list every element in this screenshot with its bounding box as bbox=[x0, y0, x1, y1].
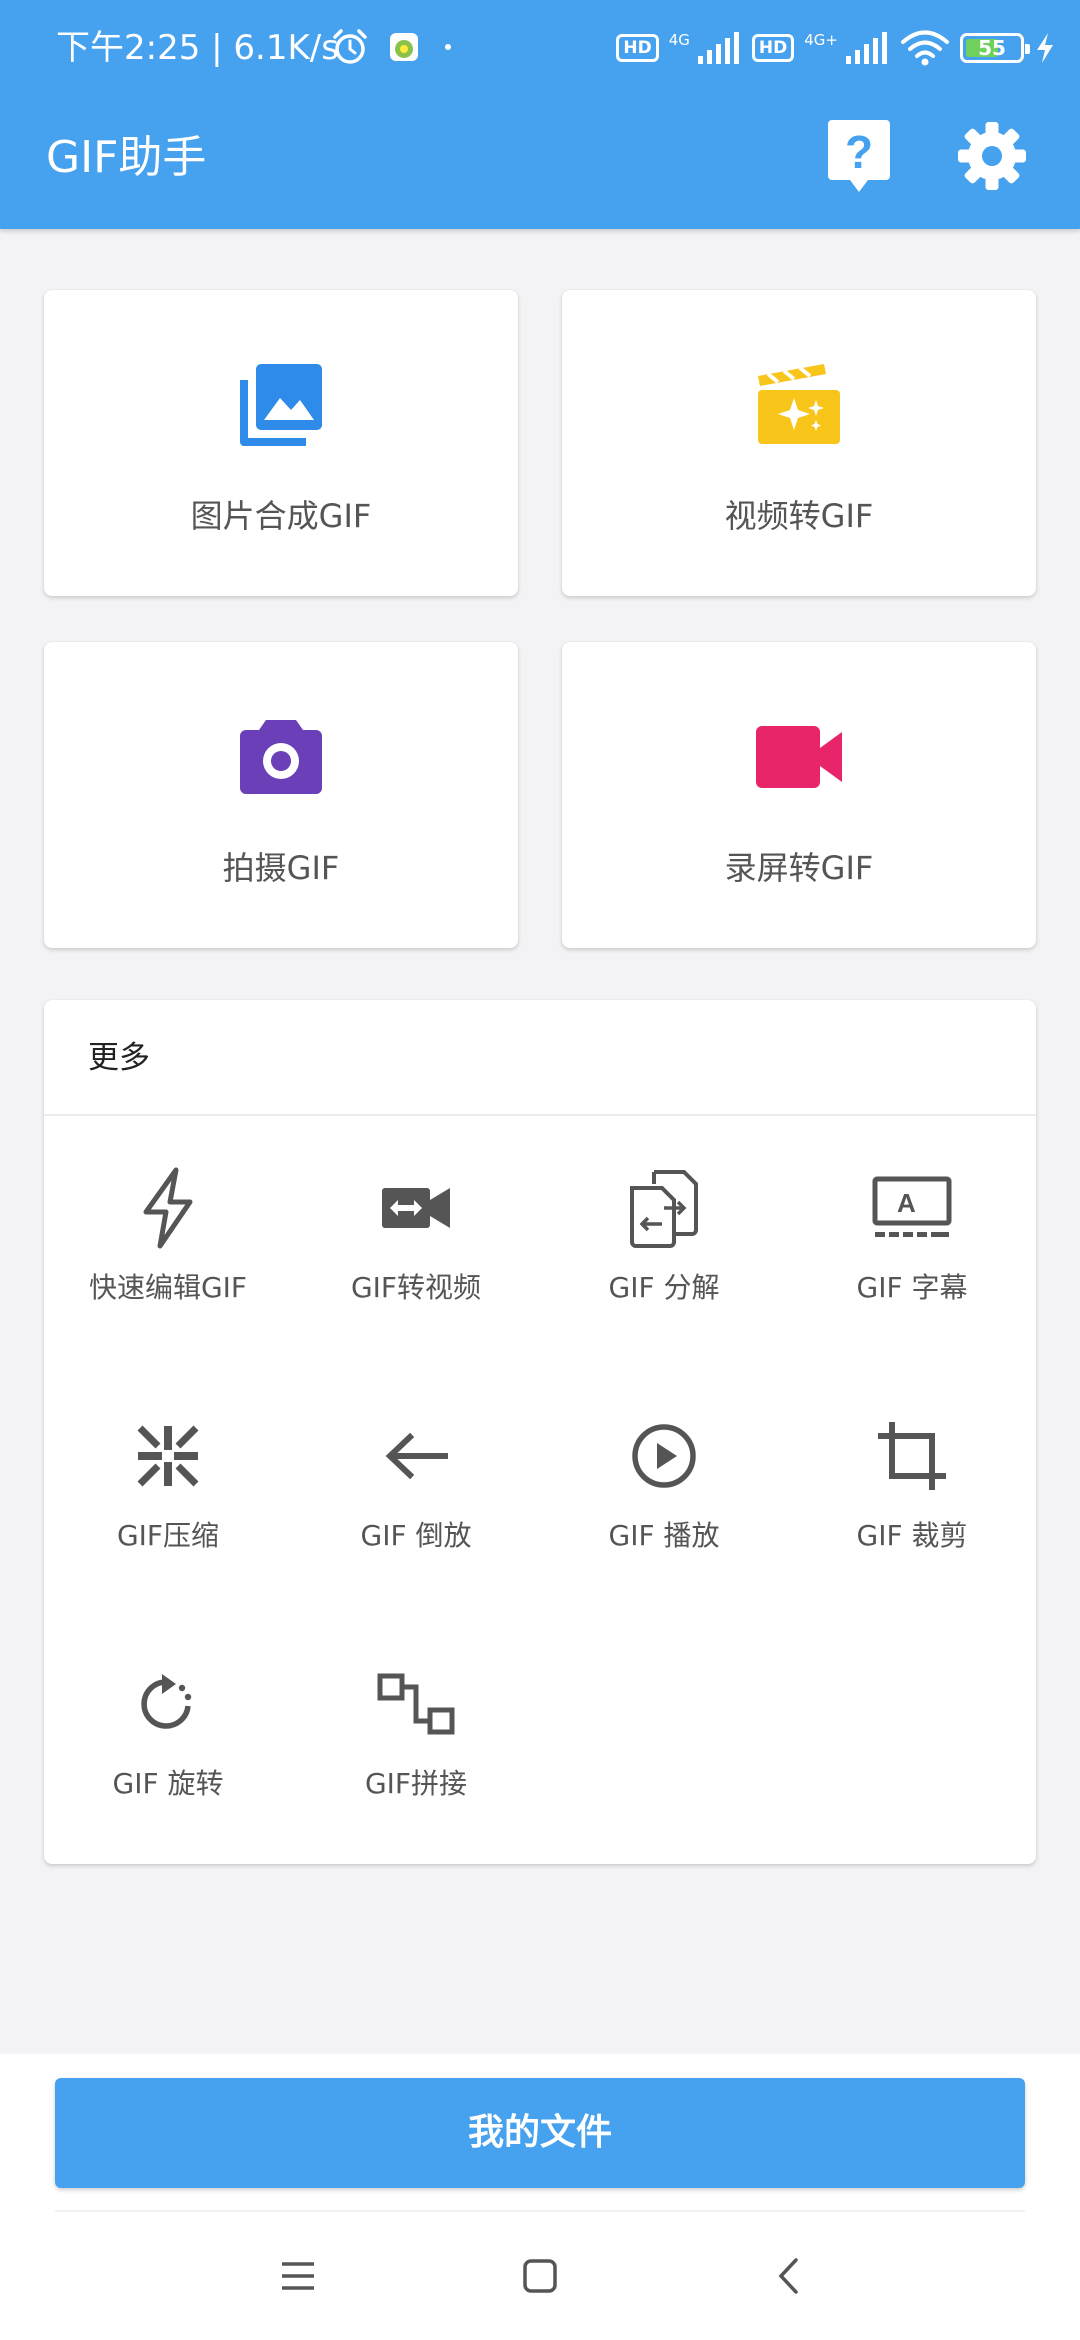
card-video-to-gif[interactable]: 视频转GIF bbox=[562, 290, 1036, 596]
tool-gif-subtitle[interactable]: A GIF 字幕 bbox=[788, 1116, 1036, 1364]
tool-gif-rotate[interactable]: GIF 旋转 bbox=[44, 1612, 292, 1860]
status-time-speed: 下午2:25 | 6.1K/s bbox=[56, 28, 339, 68]
battery-indicator: 55 bbox=[960, 33, 1030, 63]
nav-back-button[interactable] bbox=[758, 2246, 818, 2306]
rotate-icon bbox=[141, 1674, 192, 1729]
video-convert-icon bbox=[382, 1188, 450, 1228]
header: 下午2:25 | 6.1K/s HD 4G HD 4G+ 55 GIF助手 ? bbox=[0, 0, 1080, 229]
menu-icon bbox=[282, 2262, 314, 2290]
arrow-left-icon bbox=[385, 1432, 448, 1480]
bottom-bar: 我的文件 bbox=[0, 2054, 1080, 2340]
help-icon: ? bbox=[828, 120, 890, 192]
tool-label: GIF 分解 bbox=[608, 1271, 720, 1304]
tool-quick-edit[interactable]: 快速编辑GIF bbox=[44, 1116, 292, 1364]
tool-gif-crop[interactable]: GIF 裁剪 bbox=[788, 1364, 1036, 1612]
net-type-2: 4G+ bbox=[804, 31, 838, 49]
split-icon bbox=[630, 1170, 698, 1248]
camera-icon bbox=[240, 720, 322, 794]
more-title: 更多 bbox=[88, 1040, 150, 1076]
card-label: 拍摄GIF bbox=[222, 849, 340, 887]
tool-gif-split[interactable]: GIF 分解 bbox=[540, 1116, 788, 1364]
flash-icon bbox=[143, 1167, 193, 1249]
tool-gif-reverse[interactable]: GIF 倒放 bbox=[292, 1364, 540, 1612]
crop-icon bbox=[878, 1422, 946, 1490]
charging-icon bbox=[1037, 33, 1053, 63]
tool-label: GIF 裁剪 bbox=[856, 1519, 968, 1552]
battery-level: 55 bbox=[978, 36, 1006, 60]
my-files-button[interactable]: 我的文件 bbox=[55, 2078, 1025, 2188]
tool-label: GIF拼接 bbox=[364, 1767, 468, 1800]
nav-home-button[interactable] bbox=[510, 2246, 570, 2306]
tool-label: GIF转视频 bbox=[350, 1271, 482, 1304]
status-left-icons bbox=[330, 22, 458, 72]
tool-label: GIF 旋转 bbox=[112, 1767, 224, 1800]
tool-label: GIF 播放 bbox=[608, 1519, 720, 1552]
home-square-icon bbox=[523, 2259, 557, 2293]
dot-icon bbox=[445, 44, 451, 50]
tool-label: GIF 字幕 bbox=[856, 1271, 968, 1304]
videocam-icon bbox=[756, 726, 842, 788]
divider bbox=[55, 2210, 1025, 2212]
alarm-icon bbox=[333, 29, 367, 64]
tool-gif-play[interactable]: GIF 播放 bbox=[540, 1364, 788, 1612]
tool-gif-join[interactable]: GIF拼接 bbox=[292, 1612, 540, 1860]
card-label: 录屏转GIF bbox=[724, 849, 874, 887]
card-capture-gif[interactable]: 拍摄GIF bbox=[44, 642, 518, 948]
card-label: 视频转GIF bbox=[724, 497, 874, 535]
hd-badge-1: HD bbox=[616, 34, 659, 62]
subtitle-icon: A bbox=[872, 1176, 952, 1237]
tool-gif-to-video[interactable]: GIF转视频 bbox=[292, 1116, 540, 1364]
card-image-to-gif[interactable]: 图片合成GIF bbox=[44, 290, 518, 596]
settings-button[interactable] bbox=[956, 120, 1028, 192]
join-icon bbox=[377, 1673, 455, 1735]
svg-text:?: ? bbox=[845, 126, 873, 178]
back-chevron-icon bbox=[778, 2258, 798, 2294]
signal-icon-1 bbox=[697, 32, 739, 64]
wifi-icon bbox=[901, 30, 949, 66]
photo-library-icon bbox=[240, 364, 322, 446]
gear-icon bbox=[958, 122, 1026, 190]
card-label: 图片合成GIF bbox=[190, 497, 372, 535]
play-circle-icon bbox=[632, 1424, 696, 1488]
app-bar: GIF助手 ? bbox=[0, 96, 1080, 229]
help-button[interactable]: ? bbox=[826, 118, 892, 194]
svg-text:A: A bbox=[897, 1188, 916, 1218]
hd-badge-2: HD bbox=[751, 34, 795, 62]
compress-icon bbox=[137, 1425, 199, 1487]
status-bar: 下午2:25 | 6.1K/s HD 4G HD 4G+ 55 bbox=[0, 0, 1080, 96]
movie-sparkle-icon bbox=[758, 364, 840, 444]
more-tools-card: 更多 快速编辑GIF GIF转视频 GIF 分解 A GIF 字幕 GIF压缩 … bbox=[44, 1000, 1036, 1864]
app-notification-icon bbox=[390, 33, 418, 61]
tool-label: GIF压缩 bbox=[116, 1519, 220, 1552]
card-screen-record-to-gif[interactable]: 录屏转GIF bbox=[562, 642, 1036, 948]
nav-menu-button[interactable] bbox=[268, 2246, 328, 2306]
tool-gif-compress[interactable]: GIF压缩 bbox=[44, 1364, 292, 1612]
net-type-1: 4G bbox=[668, 31, 690, 49]
tool-label: 快速编辑GIF bbox=[88, 1271, 248, 1304]
tool-label: GIF 倒放 bbox=[360, 1519, 472, 1552]
signal-icon-2 bbox=[846, 32, 887, 64]
app-title: GIF助手 bbox=[46, 132, 207, 183]
status-right-icons: HD 4G HD 4G+ 55 bbox=[616, 22, 1056, 74]
